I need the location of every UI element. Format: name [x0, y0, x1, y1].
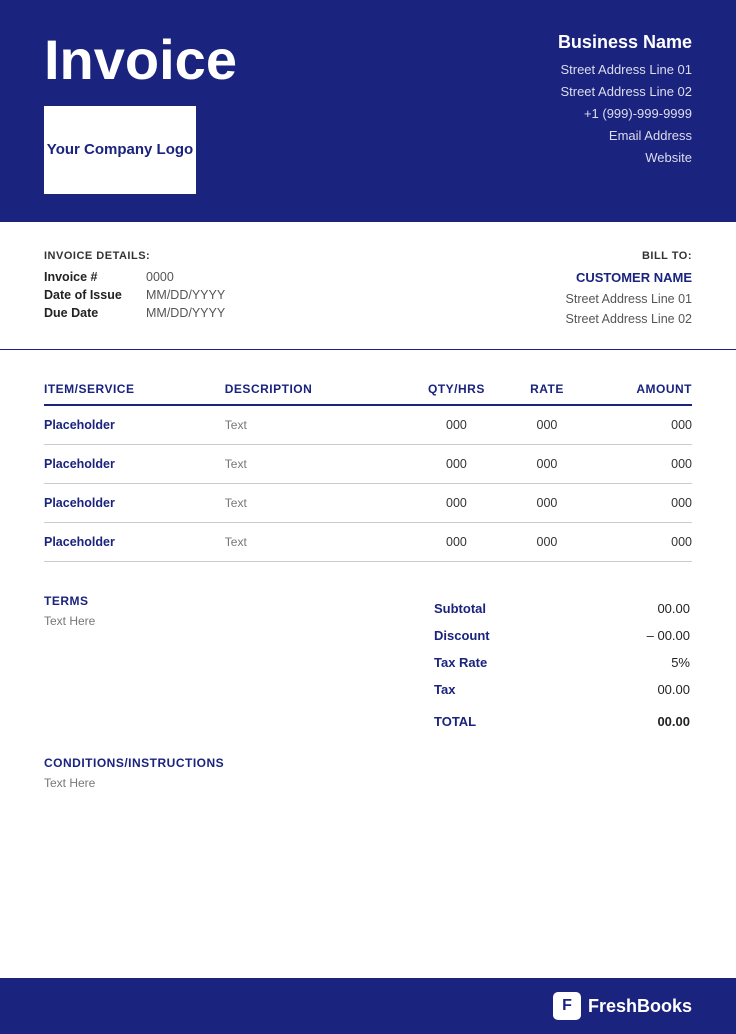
item-amount: 000	[581, 445, 692, 484]
details-section: INVOICE DETAILS: Invoice # 0000 Date of …	[0, 222, 736, 350]
bottom-bar: F FreshBooks	[0, 978, 736, 1034]
item-qty: 000	[400, 523, 514, 562]
header-left: Invoice Your Company Logo	[44, 32, 237, 194]
col-amount: AMOUNT	[581, 374, 692, 405]
discount-label: Discount	[434, 623, 577, 648]
discount-row: Discount – 00.00	[434, 623, 690, 648]
table-row: Placeholder Text 000 000 000	[44, 484, 692, 523]
invoice-number-row: Invoice # 0000	[44, 270, 225, 284]
item-description: Text	[225, 523, 400, 562]
terms-label: TERMS	[44, 594, 95, 608]
totals-section: Subtotal 00.00 Discount – 00.00 Tax Rate…	[432, 594, 692, 736]
total-label: TOTAL	[434, 704, 577, 734]
address-line2: Street Address Line 02	[558, 81, 692, 103]
customer-address: Street Address Line 01 Street Address Li…	[566, 289, 692, 329]
invoice-number-label: Invoice #	[44, 270, 134, 284]
taxrate-label: Tax Rate	[434, 650, 577, 675]
invoice-details-left: INVOICE DETAILS: Invoice # 0000 Date of …	[44, 250, 225, 329]
item-qty: 000	[400, 405, 514, 445]
items-table: ITEM/SERVICE DESCRIPTION QTY/HRS RATE AM…	[44, 374, 692, 562]
bill-to-label: BILL TO:	[566, 250, 692, 262]
item-amount: 000	[581, 405, 692, 445]
bill-to-section: BILL TO: CUSTOMER NAME Street Address Li…	[566, 250, 692, 329]
date-of-issue-label: Date of Issue	[44, 288, 134, 302]
table-row: Placeholder Text 000 000 000	[44, 445, 692, 484]
subtotal-row: Subtotal 00.00	[434, 596, 690, 621]
email: Email Address	[558, 125, 692, 147]
tax-value: 00.00	[579, 677, 690, 702]
col-item: ITEM/SERVICE	[44, 374, 225, 405]
item-description: Text	[225, 405, 400, 445]
address-line1: Street Address Line 01	[558, 59, 692, 81]
item-name: Placeholder	[44, 523, 225, 562]
table-section: ITEM/SERVICE DESCRIPTION QTY/HRS RATE AM…	[0, 350, 736, 562]
date-of-issue-row: Date of Issue MM/DD/YYYY	[44, 288, 225, 302]
terms-section: TERMS Text Here	[44, 594, 95, 736]
subtotal-label: Subtotal	[434, 596, 577, 621]
item-amount: 000	[581, 523, 692, 562]
footer-section: TERMS Text Here Subtotal 00.00 Discount …	[0, 570, 736, 756]
col-description: DESCRIPTION	[225, 374, 400, 405]
taxrate-value: 5%	[579, 650, 690, 675]
total-value: 00.00	[579, 704, 690, 734]
conditions-section: CONDITIONS/INSTRUCTIONS Text Here	[0, 756, 736, 810]
freshbooks-brand: FreshBooks	[588, 996, 692, 1017]
conditions-text: Text Here	[44, 776, 692, 790]
business-name: Business Name	[558, 32, 692, 53]
business-info: Street Address Line 01 Street Address Li…	[558, 59, 692, 169]
invoice-details-label: INVOICE DETAILS:	[44, 250, 225, 262]
table-row: Placeholder Text 000 000 000	[44, 405, 692, 445]
item-rate: 000	[513, 405, 581, 445]
item-qty: 000	[400, 484, 514, 523]
freshbooks-icon: F	[553, 992, 581, 1020]
invoice-number-value: 0000	[146, 270, 174, 284]
terms-text: Text Here	[44, 614, 95, 628]
totals-table: Subtotal 00.00 Discount – 00.00 Tax Rate…	[432, 594, 692, 736]
due-date-label: Due Date	[44, 306, 134, 320]
header-right: Business Name Street Address Line 01 Str…	[558, 32, 692, 169]
customer-address-line1: Street Address Line 01	[566, 289, 692, 309]
tax-label: Tax	[434, 677, 577, 702]
website: Website	[558, 147, 692, 169]
discount-value: – 00.00	[579, 623, 690, 648]
item-rate: 000	[513, 523, 581, 562]
table-header-row: ITEM/SERVICE DESCRIPTION QTY/HRS RATE AM…	[44, 374, 692, 405]
due-date-value: MM/DD/YYYY	[146, 306, 225, 320]
invoice-title: Invoice	[44, 32, 237, 88]
item-name: Placeholder	[44, 445, 225, 484]
item-description: Text	[225, 484, 400, 523]
header: Invoice Your Company Logo Business Name …	[0, 0, 736, 222]
table-row: Placeholder Text 000 000 000	[44, 523, 692, 562]
col-qty: QTY/HRS	[400, 374, 514, 405]
total-row: TOTAL 00.00	[434, 704, 690, 734]
subtotal-value: 00.00	[579, 596, 690, 621]
customer-address-line2: Street Address Line 02	[566, 309, 692, 329]
col-rate: RATE	[513, 374, 581, 405]
phone: +1 (999)-999-9999	[558, 103, 692, 125]
conditions-label: CONDITIONS/INSTRUCTIONS	[44, 756, 692, 770]
item-description: Text	[225, 445, 400, 484]
date-of-issue-value: MM/DD/YYYY	[146, 288, 225, 302]
item-rate: 000	[513, 445, 581, 484]
freshbooks-logo: F FreshBooks	[553, 992, 692, 1020]
due-date-row: Due Date MM/DD/YYYY	[44, 306, 225, 320]
item-name: Placeholder	[44, 405, 225, 445]
company-logo: Your Company Logo	[44, 106, 196, 194]
taxrate-row: Tax Rate 5%	[434, 650, 690, 675]
item-amount: 000	[581, 484, 692, 523]
item-rate: 000	[513, 484, 581, 523]
customer-name: CUSTOMER NAME	[566, 270, 692, 285]
tax-row: Tax 00.00	[434, 677, 690, 702]
item-name: Placeholder	[44, 484, 225, 523]
item-qty: 000	[400, 445, 514, 484]
